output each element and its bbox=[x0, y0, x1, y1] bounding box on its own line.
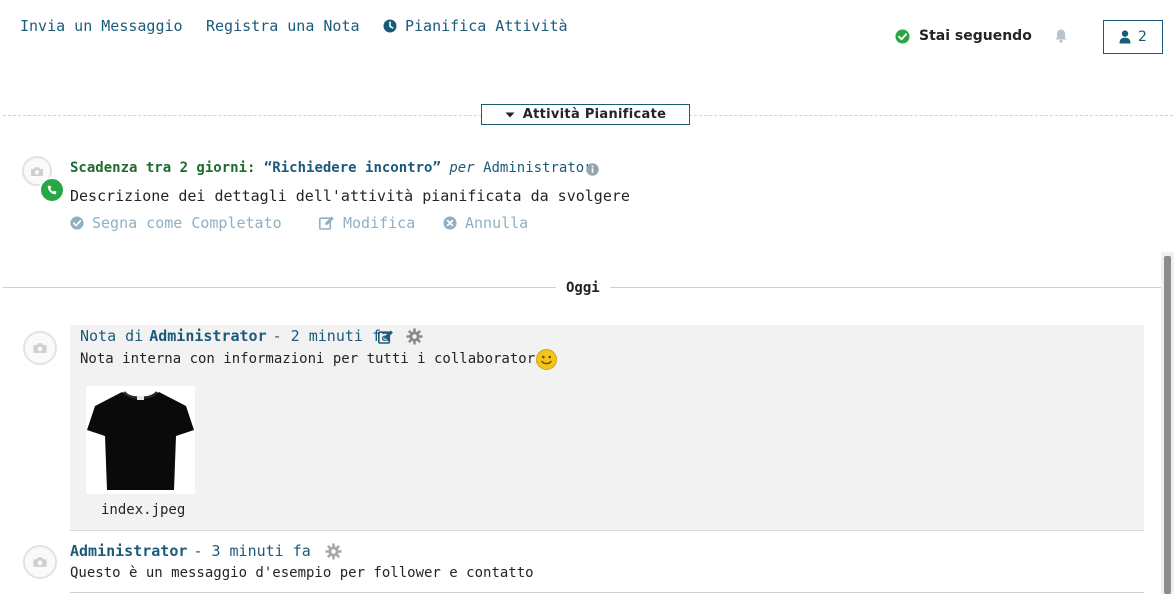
attachment-thumbnail[interactable] bbox=[86, 386, 195, 494]
activity-deadline: Scadenza tra 2 giorni: bbox=[70, 160, 256, 176]
send-message-link[interactable]: Invia un Messaggio bbox=[20, 17, 183, 35]
times-circle-icon bbox=[443, 216, 457, 230]
check-circle-icon bbox=[895, 28, 910, 44]
cancel-activity-button[interactable]: Annulla bbox=[443, 214, 528, 232]
edit-activity-button[interactable]: Modifica bbox=[319, 214, 415, 232]
activity-description: Descrizione dei dettagli dell'attività p… bbox=[70, 187, 630, 205]
check-circle-icon bbox=[70, 216, 84, 230]
followers-count: 2 bbox=[1138, 29, 1147, 45]
attachment-name[interactable]: index.jpeg bbox=[101, 502, 185, 518]
note-prefix: Nota di bbox=[80, 327, 144, 345]
cancel-activity-label: Annulla bbox=[465, 214, 529, 232]
mark-done-button[interactable]: Segna come Completato bbox=[70, 214, 282, 232]
log-note-link[interactable]: Registra una Nota bbox=[206, 17, 360, 35]
gear-icon[interactable] bbox=[406, 328, 423, 349]
note-body: Nota interna con informazioni per tutti … bbox=[80, 351, 544, 367]
gear-icon[interactable] bbox=[325, 543, 342, 564]
activity-header: Scadenza tra 2 giorni: “Richiedere incon… bbox=[70, 160, 593, 176]
activity-creator: Administrator bbox=[483, 160, 593, 176]
activity-per: per bbox=[449, 160, 475, 176]
note-date: - 2 minuti fa bbox=[272, 327, 391, 345]
following-label: Stai seguendo bbox=[919, 28, 1032, 44]
camera-icon bbox=[31, 166, 43, 176]
followers-button[interactable]: 2 bbox=[1103, 20, 1163, 54]
planned-activities-toggle[interactable]: Attività Pianificate bbox=[481, 104, 690, 125]
activity-summary: “Richiedere incontro” bbox=[263, 160, 441, 176]
note-header: Nota di Administrator - 2 minuti fa bbox=[80, 327, 390, 345]
following-status[interactable]: Stai seguendo bbox=[895, 28, 1032, 44]
message-date: - 3 minuti fa bbox=[193, 542, 311, 560]
note-avatar bbox=[23, 331, 57, 365]
scrollbar-thumb[interactable] bbox=[1164, 256, 1171, 594]
edit-activity-label: Modifica bbox=[343, 214, 416, 232]
tshirt-image bbox=[87, 391, 194, 490]
message-author[interactable]: Administrator bbox=[70, 542, 187, 560]
message-bottom-border bbox=[70, 592, 1144, 593]
edit-note-icon[interactable] bbox=[378, 329, 394, 348]
mark-done-label: Segna come Completato bbox=[92, 214, 282, 232]
clock-icon bbox=[383, 19, 397, 33]
message-avatar bbox=[23, 545, 57, 579]
phone-activity-badge bbox=[39, 177, 65, 203]
message-header: Administrator - 3 minuti fa bbox=[70, 542, 311, 560]
schedule-activity-label: Pianifica Attività bbox=[405, 17, 568, 35]
info-icon[interactable] bbox=[586, 161, 599, 180]
planned-activities-label: Attività Pianificate bbox=[522, 107, 667, 122]
note-author[interactable]: Administrator bbox=[149, 327, 266, 345]
scrollbar[interactable] bbox=[1161, 252, 1174, 594]
edit-icon bbox=[319, 216, 334, 230]
message-body: Questo è un messaggio d'esempio per foll… bbox=[70, 565, 534, 581]
day-label: Oggi bbox=[556, 280, 610, 296]
phone-icon bbox=[47, 185, 57, 195]
camera-icon bbox=[33, 343, 47, 353]
caret-down-icon bbox=[505, 112, 515, 117]
smile-emoji-icon bbox=[536, 349, 557, 374]
camera-icon bbox=[33, 557, 47, 567]
user-icon bbox=[1119, 30, 1131, 44]
bell-icon[interactable] bbox=[1054, 28, 1068, 48]
schedule-activity-link[interactable]: Pianifica Attività bbox=[383, 17, 568, 35]
